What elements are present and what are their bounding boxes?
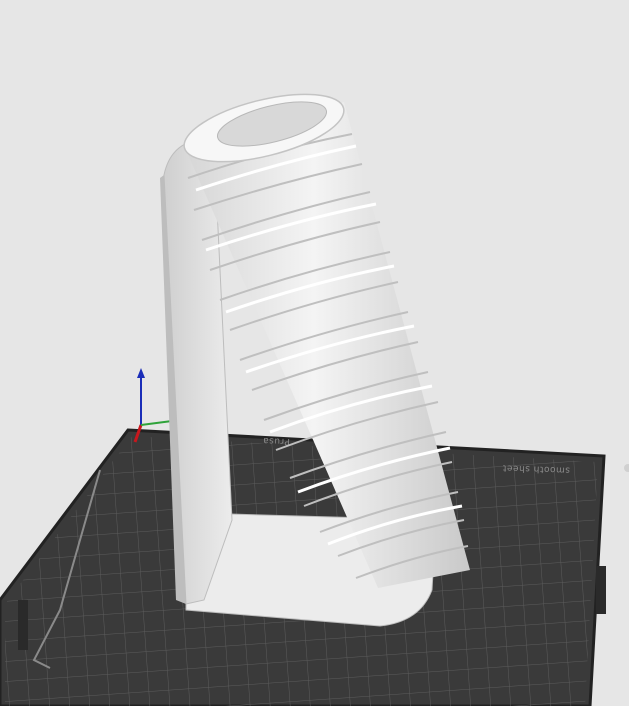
3d-viewport[interactable]: smooth sheet Prusa — [0, 0, 629, 706]
scene-canvas[interactable]: smooth sheet Prusa — [0, 0, 629, 706]
bed-tab-left — [18, 600, 28, 650]
bed-label-left: Prusa — [262, 435, 290, 446]
y-axis — [140, 420, 173, 426]
bed-tab-right — [596, 566, 606, 614]
z-axis-arrow — [137, 368, 145, 378]
offscreen-object-marker — [624, 464, 629, 472]
